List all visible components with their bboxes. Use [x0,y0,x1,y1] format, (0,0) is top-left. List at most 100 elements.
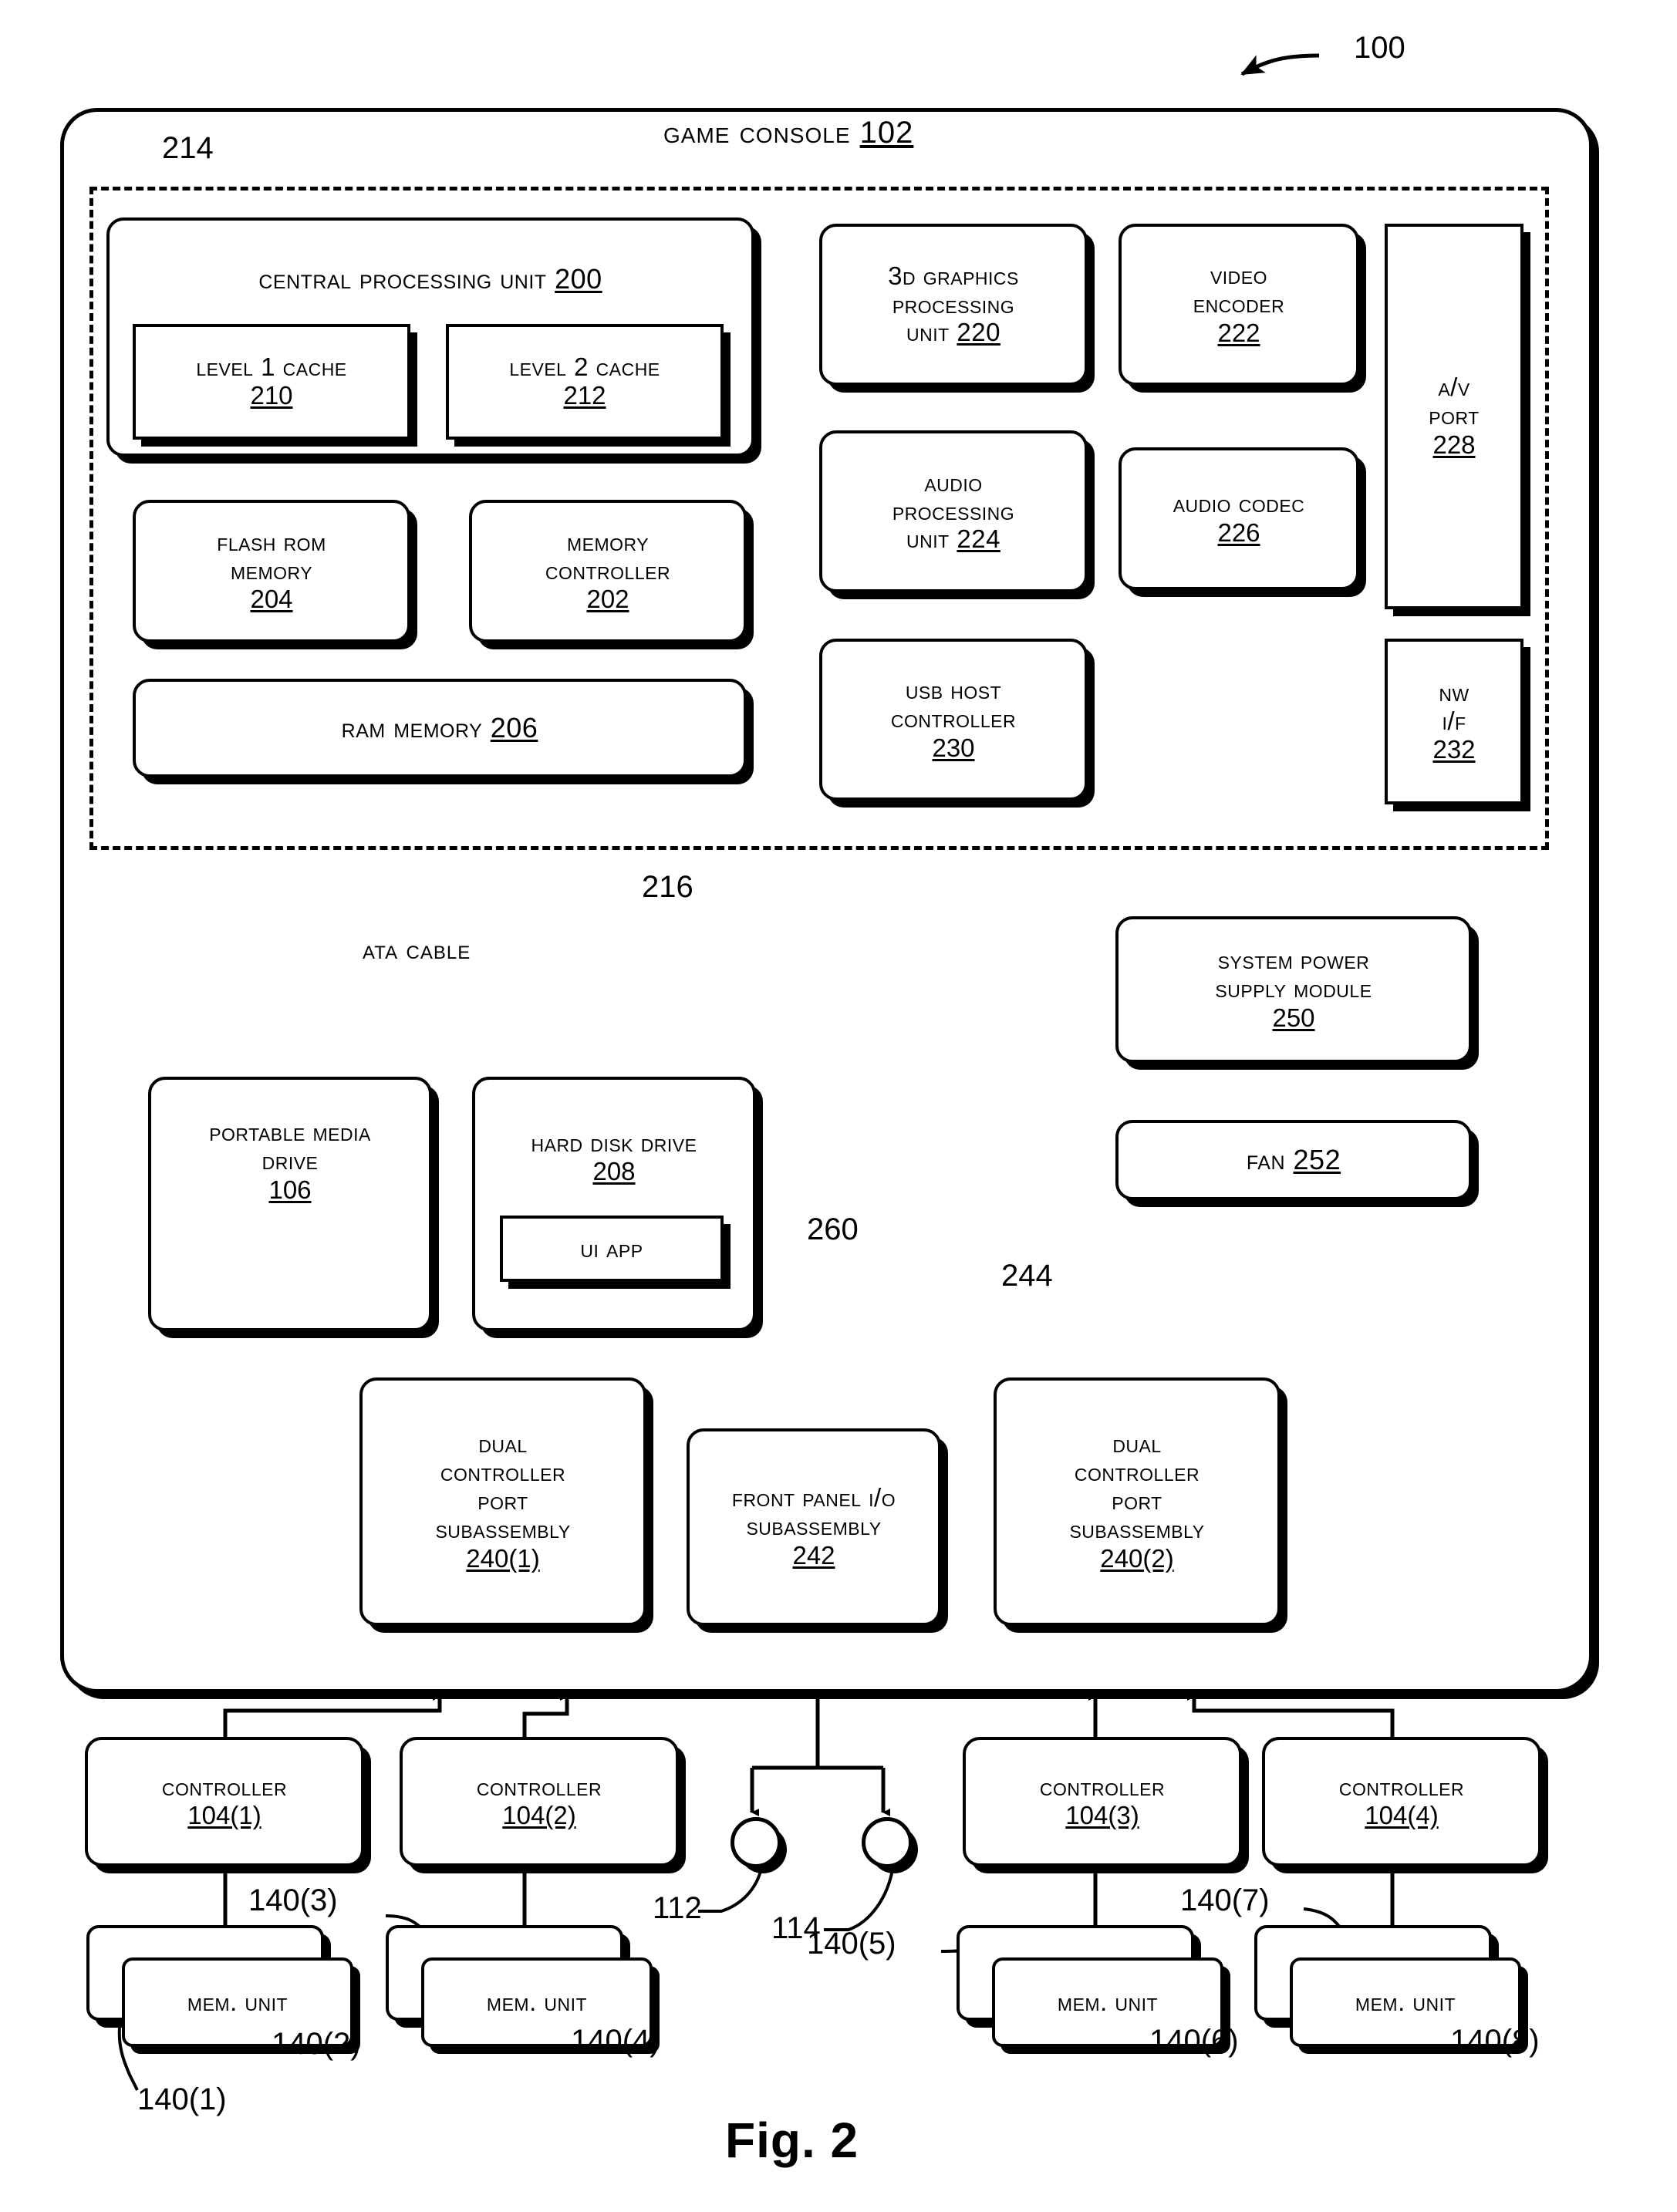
cpu-title: Central Processing Unit [258,262,547,295]
video-encoder-line1: Video [1210,261,1268,290]
ref-214: 214 [162,131,214,165]
gpu-line3: Unit [906,318,950,347]
video-encoder-ref: 222 [1217,318,1260,347]
dcps1-line3: Port [477,1486,528,1515]
ref-140-1: 140(1) [137,2082,227,2116]
level-2-cache-block: Level 2 Cache 212 [446,324,724,440]
level-1-cache-ref: 210 [250,381,293,410]
av-port-line1: A/V [1438,373,1470,402]
controller-4-label: Controller [1338,1772,1465,1801]
fpio-ref: 242 [792,1540,835,1570]
system-power-supply-module-block: System Power Supply Module 250 [1115,916,1472,1063]
ram-memory-block: RAM Memory 206 [133,679,747,777]
memory-controller-line1: Memory [566,527,650,556]
nw-if-line2: I/F [1442,706,1466,735]
usb-line1: USB Host [905,676,1002,705]
nw-if-ref: 232 [1432,735,1476,764]
level-1-cache-block: Level 1 Cache 210 [133,324,410,440]
dcps1-ref: 240(1) [466,1543,540,1573]
controller-3-label: Controller [1039,1772,1166,1801]
controller-2-ref: 104(2) [502,1801,576,1830]
gpu-line2: Processing [892,289,1015,319]
controller-2-block: Controller 104(2) [400,1737,679,1866]
memory-unit-2-label: Mem. Unit [187,1987,288,2016]
usb-line2: Controller [890,704,1017,733]
controller-4-ref: 104(4) [1365,1801,1439,1830]
hard-disk-drive-block: Hard Disk Drive 208 [472,1077,756,1331]
ref-244: 244 [1001,1259,1053,1293]
level-2-cache-ref: 212 [563,381,606,410]
ref-140-7: 140(7) [1180,1883,1270,1917]
video-encoder-line2: Encoder [1193,289,1285,318]
usb-ref: 230 [932,733,975,762]
figure-canvas: Game Console 102 100 214 216 244 260 Cen… [0,0,1677,2212]
memory-controller-line2: Controller [545,555,671,585]
audio-codec-line1: Audio Codec [1173,489,1305,518]
ref-140-2: 140(2) [272,2027,361,2061]
nw-if-line1: NW [1439,677,1469,706]
figure-caption: Fig. 2 [725,2113,859,2168]
av-port-block: A/V Port 228 [1385,224,1523,609]
fpio-line2: Subassembly [746,1512,882,1540]
pmd-ref: 106 [268,1175,312,1204]
controller-4-block: Controller 104(4) [1262,1737,1541,1866]
ram-memory-ref: 206 [490,711,538,744]
gpu-line1: 3D Graphics [888,261,1019,290]
psu-ref: 250 [1272,1003,1315,1032]
ref-260: 260 [807,1212,859,1246]
dcps1-line4: Subassembly [435,1514,571,1543]
video-encoder-block: Video Encoder 222 [1119,224,1359,386]
controller-1-block: Controller 104(1) [85,1737,364,1866]
audio-processing-unit-block: Audio Processing Unit 224 [819,430,1088,592]
flash-rom-ref: 204 [250,585,293,614]
memory-controller-ref: 202 [586,585,629,614]
front-panel-port-112-icon [731,1817,781,1868]
memory-unit-8-label: Mem. Unit [1355,1987,1456,2016]
fan-ref: 252 [1293,1143,1341,1175]
controller-3-block: Controller 104(3) [963,1737,1242,1866]
psu-line1: System Power [1217,946,1370,975]
game-console-title: Game Console 102 [663,116,913,150]
portable-media-drive-block: Portable Media Drive 106 [148,1077,432,1331]
cpu-ref: 200 [555,262,602,295]
memory-controller-block: Memory Controller 202 [469,500,747,642]
dual-controller-port-subassembly-1-block: Dual Controller Port Subassembly 240(1) [359,1377,646,1626]
ref-140-3: 140(3) [248,1883,338,1917]
game-console-ref: 102 [859,116,914,150]
flash-rom-line1: Flash ROM [217,527,326,556]
fan-label: Fan [1246,1143,1286,1175]
ref-216: 216 [642,870,693,904]
network-interface-block: NW I/F 232 [1385,639,1523,804]
memory-unit-4-label: Mem. Unit [486,1987,588,2016]
apu-line1: Audio [924,467,983,497]
front-panel-io-subassembly-block: Front Panel I/O Subassembly 242 [687,1428,941,1626]
level-2-cache-label: Level 2 Cache [509,352,660,381]
controller-3-ref: 104(3) [1065,1801,1139,1830]
gpu-ref: 220 [957,318,1000,347]
hdd-ref: 208 [592,1157,636,1186]
flash-rom-line2: Memory [230,555,313,585]
dcps1-line1: Dual [478,1429,528,1458]
ref-140-5: 140(5) [807,1927,896,1961]
psu-line2: Supply Module [1215,974,1372,1003]
game-console-title-label: Game Console [663,116,851,150]
ui-app-label: UI App [580,1233,643,1263]
audio-codec-block: Audio Codec 226 [1119,447,1359,590]
ram-memory-label: RAM Memory [341,711,483,744]
ref-112: 112 [653,1891,702,1925]
fpio-line1: Front Panel I/O [731,1483,896,1512]
apu-ref: 224 [957,524,1000,554]
level-1-cache-label: Level 1 Cache [196,352,347,381]
av-port-line2: Port [1429,401,1480,430]
ref-140-4: 140(4) [571,2024,660,2058]
hdd-line1: Hard Disk Drive [531,1128,697,1157]
usb-host-controller-block: USB Host Controller 230 [819,639,1088,801]
dcps2-line2: Controller [1074,1458,1200,1487]
dual-controller-port-subassembly-2-block: Dual Controller Port Subassembly 240(2) [994,1377,1281,1626]
av-port-ref: 228 [1432,430,1476,459]
pmd-line1: Portable Media [209,1118,371,1147]
apu-line3: Unit [906,524,950,554]
ref-140-8: 140(8) [1450,2024,1540,2058]
dcps2-ref: 240(2) [1100,1543,1174,1573]
fan-block: Fan 252 [1115,1120,1472,1200]
